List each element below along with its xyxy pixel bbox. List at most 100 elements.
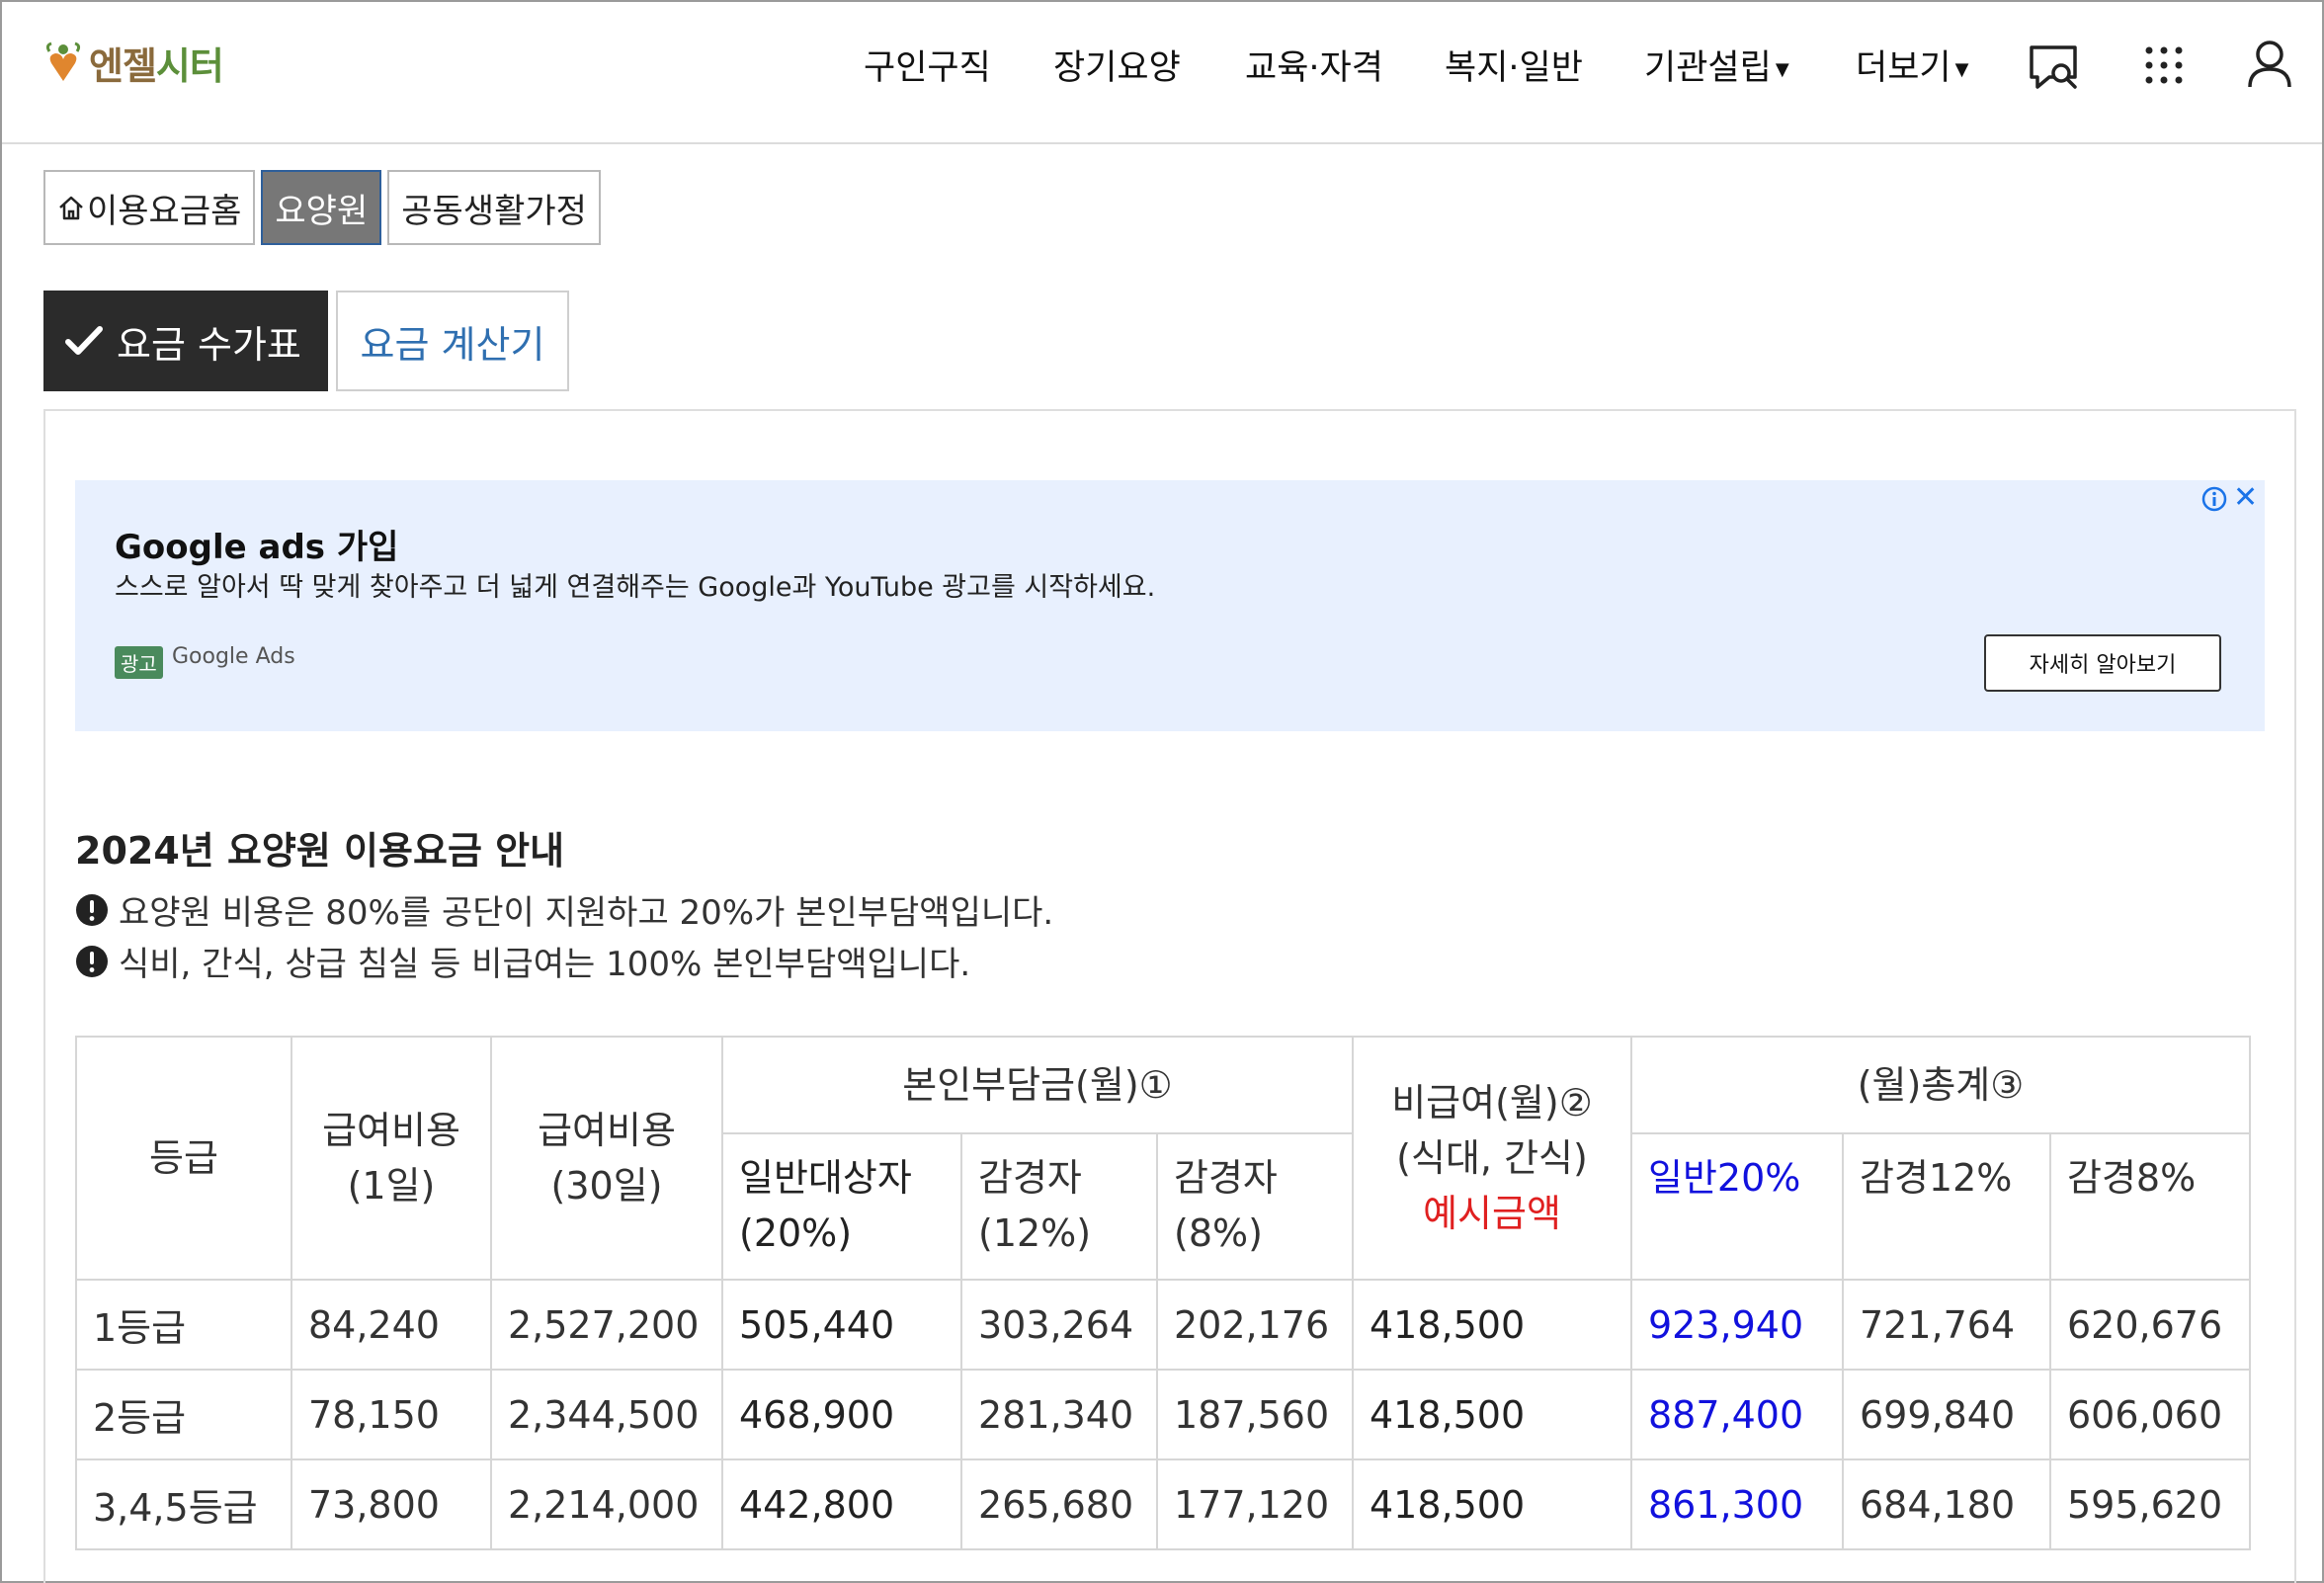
notice-item: 요양원 비용은 80%를 공단이 지원하고 20%가 본인부담액입니다. bbox=[75, 885, 1053, 934]
cell-grade: 2등급 bbox=[75, 1369, 292, 1460]
caret-down-icon: ▼ bbox=[1954, 58, 1969, 80]
cell-daily-cost: 73,800 bbox=[290, 1458, 492, 1550]
header-daily-cost-line2: (1일) bbox=[347, 1164, 436, 1208]
tab-fee-home-label: 이용요금홈 bbox=[87, 191, 242, 231]
header-copay-8-line1: 감경자 bbox=[1174, 1156, 1278, 1200]
cell-total-12: 684,180 bbox=[1842, 1458, 2051, 1550]
ad-description: 스스로 알아서 딱 맞게 찾아주고 더 넓게 연결해주는 Google과 You… bbox=[115, 572, 1156, 603]
exclamation-circle-icon bbox=[76, 893, 108, 926]
view-tabs: 요금 수가표 요금 계산기 bbox=[43, 291, 569, 391]
check-icon bbox=[65, 326, 103, 355]
cell-total-general: 861,300 bbox=[1630, 1458, 1844, 1550]
tab-fee-schedule[interactable]: 요금 수가표 bbox=[43, 291, 328, 391]
cell-daily-cost: 84,240 bbox=[290, 1279, 492, 1371]
header-daily-cost: 급여비용 (1일) bbox=[290, 1036, 492, 1281]
header-copay-group: 본인부담금(월)① bbox=[721, 1036, 1354, 1134]
apps-grid-icon[interactable] bbox=[2144, 45, 2184, 85]
cell-total-8: 606,060 bbox=[2048, 1369, 2252, 1460]
cell-monthly-cost: 2,214,000 bbox=[490, 1458, 723, 1550]
header-grade: 등급 bbox=[75, 1036, 292, 1281]
header-nonpay-example: 예시금액 bbox=[1423, 1192, 1561, 1235]
facility-tabs: 이용요금홈 요양원 공동생활가정 bbox=[43, 170, 601, 245]
fee-table: 등급 급여비용 (1일) 급여비용 (30일) 본인부담금(월)① 비급여(월)② (… bbox=[75, 1036, 2252, 1550]
cell-copay-general: 442,800 bbox=[721, 1458, 962, 1550]
caret-down-icon: ▼ bbox=[1775, 58, 1789, 80]
header-nonpay: 비급여(월)② (식대, 간식) 예시금액 bbox=[1352, 1036, 1632, 1281]
header-copay-general-line1: 일반대상자 bbox=[739, 1156, 912, 1200]
header-copay-12: 감경자 (12%) bbox=[960, 1132, 1158, 1281]
header-total-general: 일반20% bbox=[1630, 1132, 1844, 1281]
tab-nursing-home-label: 요양원 bbox=[275, 191, 369, 231]
nav-item-longterm-care[interactable]: 장기요양 bbox=[1053, 40, 1181, 90]
notice-item: 식비, 간식, 상급 침실 등 비급여는 100% 본인부담액입니다. bbox=[75, 937, 970, 985]
cell-nonpay: 418,500 bbox=[1352, 1458, 1632, 1550]
nav-item-establish-label: 기관설립 bbox=[1644, 48, 1772, 88]
header-monthly-cost: 급여비용 (30일) bbox=[490, 1036, 723, 1281]
cell-copay-8: 202,176 bbox=[1156, 1279, 1354, 1371]
notice-text: 요양원 비용은 80%를 공단이 지원하고 20%가 본인부담액입니다. bbox=[119, 893, 1054, 933]
header-copay-8-line2: (8%) bbox=[1174, 1211, 1263, 1255]
ad-close-icon[interactable]: ✕ bbox=[2233, 480, 2258, 515]
cell-copay-general: 468,900 bbox=[721, 1369, 962, 1460]
cell-nonpay: 418,500 bbox=[1352, 1279, 1632, 1371]
tab-group-home[interactable]: 공동생활가정 bbox=[387, 170, 601, 245]
tab-fee-calculator[interactable]: 요금 계산기 bbox=[336, 291, 569, 391]
cell-copay-8: 187,560 bbox=[1156, 1369, 1354, 1460]
cell-total-general: 923,940 bbox=[1630, 1279, 1844, 1371]
main-nav: 구인구직 장기요양 교육·자격 복지·일반 기관설립 ▼ 더보기 ▼ bbox=[2, 40, 2322, 95]
header-nonpay-line2: (식대, 간식) bbox=[1396, 1136, 1588, 1180]
tab-fee-schedule-label: 요금 수가표 bbox=[117, 322, 301, 367]
header-nonpay-line1: 비급여(월)② bbox=[1391, 1081, 1593, 1125]
header-daily-cost-line1: 급여비용 bbox=[322, 1109, 460, 1152]
ad-badge: 광고 bbox=[115, 646, 163, 679]
cell-total-12: 699,840 bbox=[1842, 1369, 2051, 1460]
cell-copay-12: 281,340 bbox=[960, 1369, 1158, 1460]
user-icon[interactable] bbox=[2247, 40, 2292, 89]
cell-total-12: 721,764 bbox=[1842, 1279, 2051, 1371]
cell-daily-cost: 78,150 bbox=[290, 1369, 492, 1460]
cell-copay-8: 177,120 bbox=[1156, 1458, 1354, 1550]
ad-learn-more-button[interactable]: 자세히 알아보기 bbox=[1984, 634, 2221, 692]
notice-text: 식비, 간식, 상급 침실 등 비급여는 100% 본인부담액입니다. bbox=[119, 945, 971, 984]
tab-group-home-label: 공동생활가정 bbox=[401, 191, 587, 231]
cell-grade: 1등급 bbox=[75, 1279, 292, 1371]
header-monthly-cost-line2: (30일) bbox=[550, 1164, 663, 1208]
header-total-12: 감경12% bbox=[1842, 1132, 2051, 1281]
ad-source: Google Ads bbox=[172, 644, 295, 669]
header-copay-general: 일반대상자 (20%) bbox=[721, 1132, 962, 1281]
header-monthly-cost-line1: 급여비용 bbox=[538, 1109, 676, 1152]
section-title: 2024년 요양원 이용요금 안내 bbox=[75, 829, 565, 873]
exclamation-circle-icon bbox=[76, 945, 108, 977]
nav-item-welfare[interactable]: 복지·일반 bbox=[1445, 40, 1583, 90]
cell-copay-12: 303,264 bbox=[960, 1279, 1158, 1371]
cell-monthly-cost: 2,527,200 bbox=[490, 1279, 723, 1371]
cell-total-8: 620,676 bbox=[2048, 1279, 2252, 1371]
cell-copay-general: 505,440 bbox=[721, 1279, 962, 1371]
tab-nursing-home[interactable]: 요양원 bbox=[261, 170, 382, 245]
site-header: 엔젤시터 구인구직 장기요양 교육·자격 복지·일반 기관설립 ▼ 더보기 ▼ bbox=[2, 2, 2322, 144]
cell-total-8: 595,620 bbox=[2048, 1458, 2252, 1550]
ad-title[interactable]: Google ads 가입 bbox=[115, 520, 398, 568]
header-copay-12-line1: 감경자 bbox=[978, 1156, 1082, 1200]
chat-search-icon[interactable] bbox=[2028, 42, 2081, 93]
nav-item-more-label: 더보기 bbox=[1856, 48, 1951, 88]
header-total-8: 감경8% bbox=[2048, 1132, 2252, 1281]
cell-grade: 3,4,5등급 bbox=[75, 1458, 292, 1550]
cell-copay-12: 265,680 bbox=[960, 1458, 1158, 1550]
tab-fee-calculator-label: 요금 계산기 bbox=[360, 322, 545, 367]
ad-info-icon[interactable] bbox=[2201, 486, 2227, 512]
header-copay-general-line2: (20%) bbox=[739, 1211, 853, 1255]
nav-item-more[interactable]: 더보기 ▼ bbox=[1856, 40, 1968, 90]
header-copay-12-line2: (12%) bbox=[978, 1211, 1092, 1255]
nav-item-jobs[interactable]: 구인구직 bbox=[864, 40, 991, 90]
tab-fee-home[interactable]: 이용요금홈 bbox=[43, 170, 256, 245]
header-total-group: (월)총계③ bbox=[1629, 1036, 2252, 1134]
google-ad-banner[interactable]: Google ads 가입 스스로 알아서 딱 맞게 찾아주고 더 넓게 연결해… bbox=[75, 480, 2265, 731]
nav-item-education[interactable]: 교육·자격 bbox=[1245, 40, 1383, 90]
nav-item-establish[interactable]: 기관설립 ▼ bbox=[1644, 40, 1789, 90]
table-row: 1등급 84,240 2,527,200 505,440 303,264 202… bbox=[75, 1279, 2252, 1371]
header-copay-8: 감경자 (8%) bbox=[1156, 1132, 1354, 1281]
cell-monthly-cost: 2,344,500 bbox=[490, 1369, 723, 1460]
cell-nonpay: 418,500 bbox=[1352, 1369, 1632, 1460]
home-icon bbox=[59, 196, 83, 220]
